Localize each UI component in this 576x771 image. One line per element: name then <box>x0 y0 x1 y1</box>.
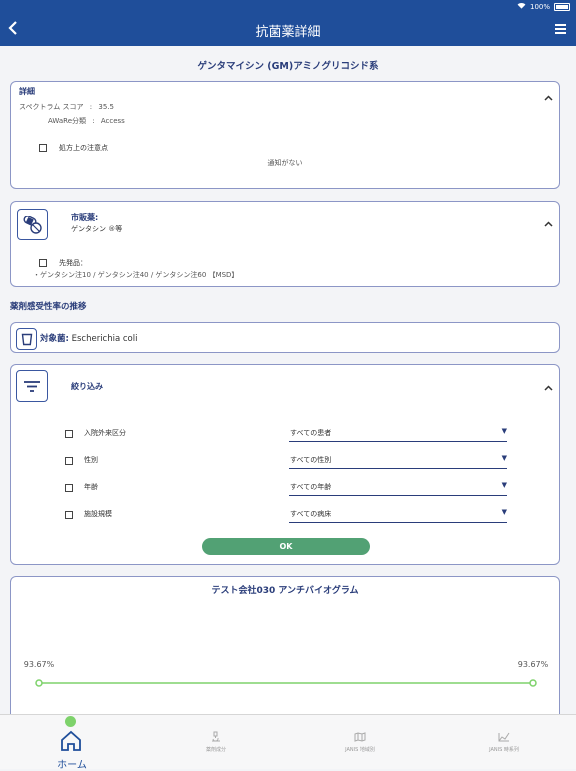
battery-icon <box>554 2 570 11</box>
filter-card: 絞り込み 入院外来区分 すべての患者 ▼ 性別 すべての性別 ▼ 年齢 すべての年齢… <box>10 364 560 565</box>
original-list: ・ゲンタシン注10 / ゲンタシン注40 / ゲンタシン注60 【MSD】 <box>33 271 239 279</box>
original-row[interactable]: 先発品： <box>39 258 87 268</box>
filter-row-admission: 入院外来区分 すべての患者 ▼ <box>11 427 561 442</box>
home-icon <box>61 730 81 751</box>
filter-heading: 絞り込み <box>71 382 103 391</box>
sex-value: すべての性別 <box>290 456 332 464</box>
menu-icon-bar <box>555 32 566 34</box>
age-select[interactable]: すべての年齢 ▼ <box>289 481 507 496</box>
separator: : <box>89 103 93 111</box>
cup-icon-box <box>16 328 37 350</box>
cup-icon <box>21 333 32 345</box>
facility-checkbox[interactable] <box>65 511 73 519</box>
market-heading: 市販薬: <box>71 213 99 222</box>
map-icon <box>354 732 366 742</box>
target-card[interactable]: 対象菌: Escherichia coli <box>10 322 560 353</box>
status-bar: 100% <box>0 0 576 14</box>
tab-janis-region-label: JANIS 地域別 <box>345 747 375 753</box>
filter-row-facility: 施設規模 すべての病床 ▼ <box>11 508 561 523</box>
chart-icon <box>498 732 510 742</box>
aware-label: AWaRe分類 <box>48 117 87 125</box>
dropdown-arrow-icon: ▼ <box>501 427 507 435</box>
facility-value: すべての病床 <box>290 510 332 518</box>
details-heading: 詳細 <box>19 87 35 96</box>
menu-icon-bar <box>555 24 566 26</box>
status-indicators: 100% <box>517 2 570 11</box>
pill-icon-box <box>17 209 48 240</box>
admission-value: すべての患者 <box>290 429 332 437</box>
sex-label: 性別 <box>84 456 98 464</box>
microscope-icon <box>212 731 220 742</box>
tab-bar: ホーム 薬剤成分 JANIS 地域別 JANIS 時系列 <box>0 714 576 771</box>
ok-button[interactable]: OK <box>202 538 370 555</box>
collapse-market-button[interactable] <box>544 219 553 230</box>
drug-title: ゲンタマイシン (GM)アミノグリコシド系 <box>197 61 379 72</box>
filter-icon <box>24 380 40 392</box>
tab-janis-timeseries-label: JANIS 時系列 <box>489 747 519 753</box>
details-card: 詳細 スペクトラム スコア : 35.5 AWaRe分類 : Access 処方… <box>10 81 560 189</box>
data-label: 93.67% <box>518 660 549 669</box>
original-checkbox[interactable] <box>39 259 47 267</box>
admission-checkbox[interactable] <box>65 430 73 438</box>
spectrum-value: 35.5 <box>98 103 114 111</box>
tab-home[interactable]: ホーム <box>0 715 144 771</box>
data-point[interactable] <box>35 679 43 687</box>
separator: : <box>92 117 95 125</box>
dropdown-arrow-icon: ▼ <box>501 508 507 516</box>
age-label: 年齢 <box>84 483 98 491</box>
filter-icon-box <box>16 370 48 402</box>
collapse-filter-button[interactable] <box>544 383 553 394</box>
menu-button[interactable] <box>555 24 566 36</box>
target-value: Escherichia coli <box>71 334 138 344</box>
tab-janis-region[interactable]: JANIS 地域別 <box>288 715 432 769</box>
tab-janis-timeseries[interactable]: JANIS 時系列 <box>432 715 576 769</box>
age-value: すべての年齢 <box>290 483 332 491</box>
admission-select[interactable]: すべての患者 ▼ <box>289 427 507 442</box>
notice-text: 通知がない <box>267 159 303 167</box>
filter-row-age: 年齢 すべての年齢 ▼ <box>11 481 561 496</box>
admission-label: 入院外来区分 <box>84 429 126 437</box>
battery-percent: 100% <box>529 2 550 11</box>
spectrum-label: スペクトラム スコア <box>19 103 84 111</box>
chevron-up-icon <box>544 385 553 391</box>
age-checkbox[interactable] <box>65 484 73 492</box>
sex-select[interactable]: すべての性別 ▼ <box>289 454 507 469</box>
collapse-details-button[interactable] <box>544 93 553 104</box>
pill-icon <box>23 215 42 234</box>
chevron-up-icon <box>544 95 553 101</box>
sex-checkbox[interactable] <box>65 457 73 465</box>
caution-label: 処方上の注意点 <box>59 144 108 152</box>
target-label: 対象菌: <box>40 334 69 344</box>
target-row: 対象菌: Escherichia coli <box>40 332 137 344</box>
dropdown-arrow-icon: ▼ <box>501 481 507 489</box>
market-name: ゲンタシン ®等 <box>71 225 123 233</box>
filter-row-sex: 性別 すべての性別 ▼ <box>11 454 561 469</box>
dropdown-arrow-icon: ▼ <box>501 454 507 462</box>
susceptibility-section-title: 薬剤感受性率の推移 <box>10 302 87 312</box>
facility-label: 施設規模 <box>84 510 112 518</box>
chart-title: テスト会社030 アンチバイオグラム <box>211 586 359 596</box>
tab-drug-components[interactable]: 薬剤成分 <box>144 715 288 769</box>
chart-plot: 93.67% 93.67% <box>24 660 549 687</box>
chevron-up-icon <box>544 221 553 227</box>
caution-row[interactable]: 処方上の注意点 <box>39 143 108 153</box>
tab-drug-components-label: 薬剤成分 <box>205 747 226 753</box>
active-tab-dot <box>65 716 76 727</box>
aware-row: AWaRe分類 : Access <box>48 116 125 126</box>
original-label: 先発品： <box>59 259 87 267</box>
data-point[interactable] <box>529 679 537 687</box>
nav-bar: 抗菌薬詳細 <box>0 14 576 46</box>
menu-icon-bar <box>555 28 566 30</box>
page-title: 抗菌薬詳細 <box>255 25 321 40</box>
caution-checkbox[interactable] <box>39 144 47 152</box>
facility-select[interactable]: すべての病床 ▼ <box>289 508 507 523</box>
spectrum-row: スペクトラム スコア : 35.5 <box>19 102 114 112</box>
tab-home-label: ホーム <box>57 760 87 771</box>
chart-card: テスト会社030 アンチバイオグラム 93.67% 93.67% <box>10 576 560 726</box>
data-label: 93.67% <box>24 660 55 669</box>
aware-value: Access <box>100 117 125 125</box>
wifi-icon <box>517 2 526 11</box>
market-card: 市販薬: ゲンタシン ®等 先発品： ・ゲンタシン注10 / ゲンタシン注40 … <box>10 201 560 287</box>
